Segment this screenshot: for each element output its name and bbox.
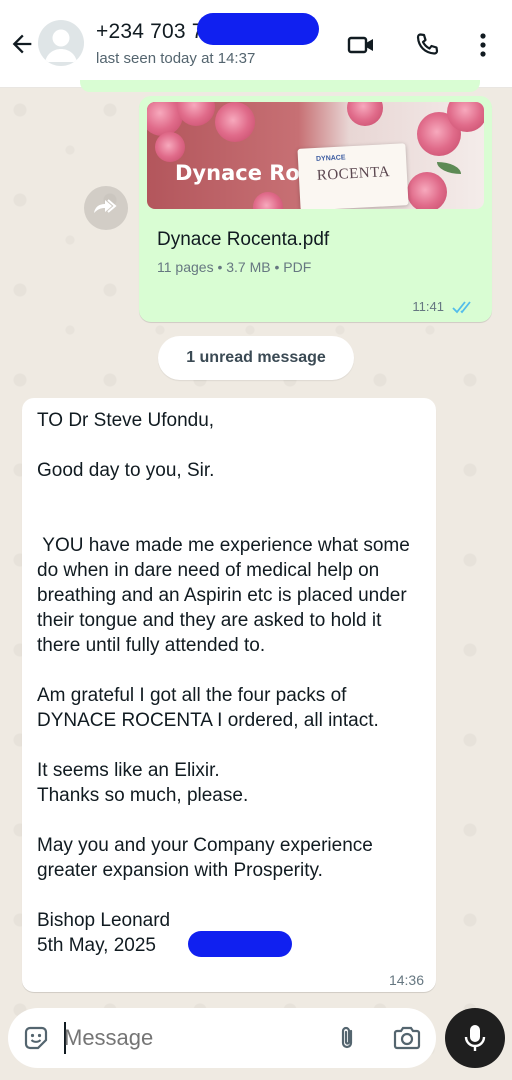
product-box-brand: DYNACE xyxy=(315,154,346,163)
phone-call-icon[interactable] xyxy=(412,30,442,60)
forward-arrows-icon xyxy=(94,199,117,213)
chat-header: +234 703 7 last seen today at 14:37 xyxy=(0,0,512,88)
redaction-mark xyxy=(188,931,292,957)
camera-icon[interactable] xyxy=(392,1024,422,1052)
contact-name[interactable]: +234 703 7 xyxy=(96,20,204,44)
message-input[interactable] xyxy=(64,1021,324,1055)
product-box-name: ROCENTA xyxy=(316,164,391,184)
unread-messages-divider: 1 unread message xyxy=(158,336,354,380)
contact-avatar[interactable] xyxy=(38,20,84,66)
previous-message-bubble xyxy=(80,80,480,92)
document-thumbnail[interactable]: Dynace Rocenta DYNACE ROCENTA xyxy=(147,102,484,209)
voice-message-button[interactable] xyxy=(445,1008,505,1068)
rose-decoration xyxy=(155,132,185,162)
message-timestamp: 14:36 xyxy=(388,972,424,988)
sticker-emoji-icon[interactable] xyxy=(22,1024,50,1052)
outgoing-document-message[interactable]: Dynace Rocenta DYNACE ROCENTA Dynace Roc… xyxy=(139,96,492,322)
rose-decoration xyxy=(253,192,283,209)
rose-decoration xyxy=(407,172,447,209)
more-options-icon[interactable] xyxy=(470,30,500,60)
message-composer xyxy=(8,1008,436,1068)
default-avatar-icon xyxy=(45,29,77,62)
document-file-meta: 11 pages • 3.7 MB • PDF xyxy=(157,259,312,275)
incoming-message-bubble[interactable]: TO Dr Steve Ufondu, Good day to you, Sir… xyxy=(22,398,436,992)
read-receipt-ticks-icon xyxy=(452,301,471,314)
microphone-icon xyxy=(464,1025,486,1051)
last-seen-status: last seen today at 14:37 xyxy=(96,50,256,67)
rose-decoration xyxy=(177,102,215,126)
message-text: TO Dr Steve Ufondu, Good day to you, Sir… xyxy=(37,410,410,956)
redaction-mark xyxy=(197,13,319,45)
video-call-icon[interactable] xyxy=(346,30,376,60)
product-box-image: DYNACE ROCENTA xyxy=(297,143,409,209)
attach-paperclip-icon[interactable] xyxy=(334,1024,362,1052)
forward-button[interactable] xyxy=(84,186,128,230)
message-timestamp: 11:41 xyxy=(412,299,444,314)
rose-decoration xyxy=(215,102,255,142)
leaf-decoration xyxy=(437,162,461,174)
back-arrow-icon[interactable] xyxy=(8,30,36,58)
rose-decoration xyxy=(347,102,383,126)
document-file-name[interactable]: Dynace Rocenta.pdf xyxy=(157,229,329,251)
